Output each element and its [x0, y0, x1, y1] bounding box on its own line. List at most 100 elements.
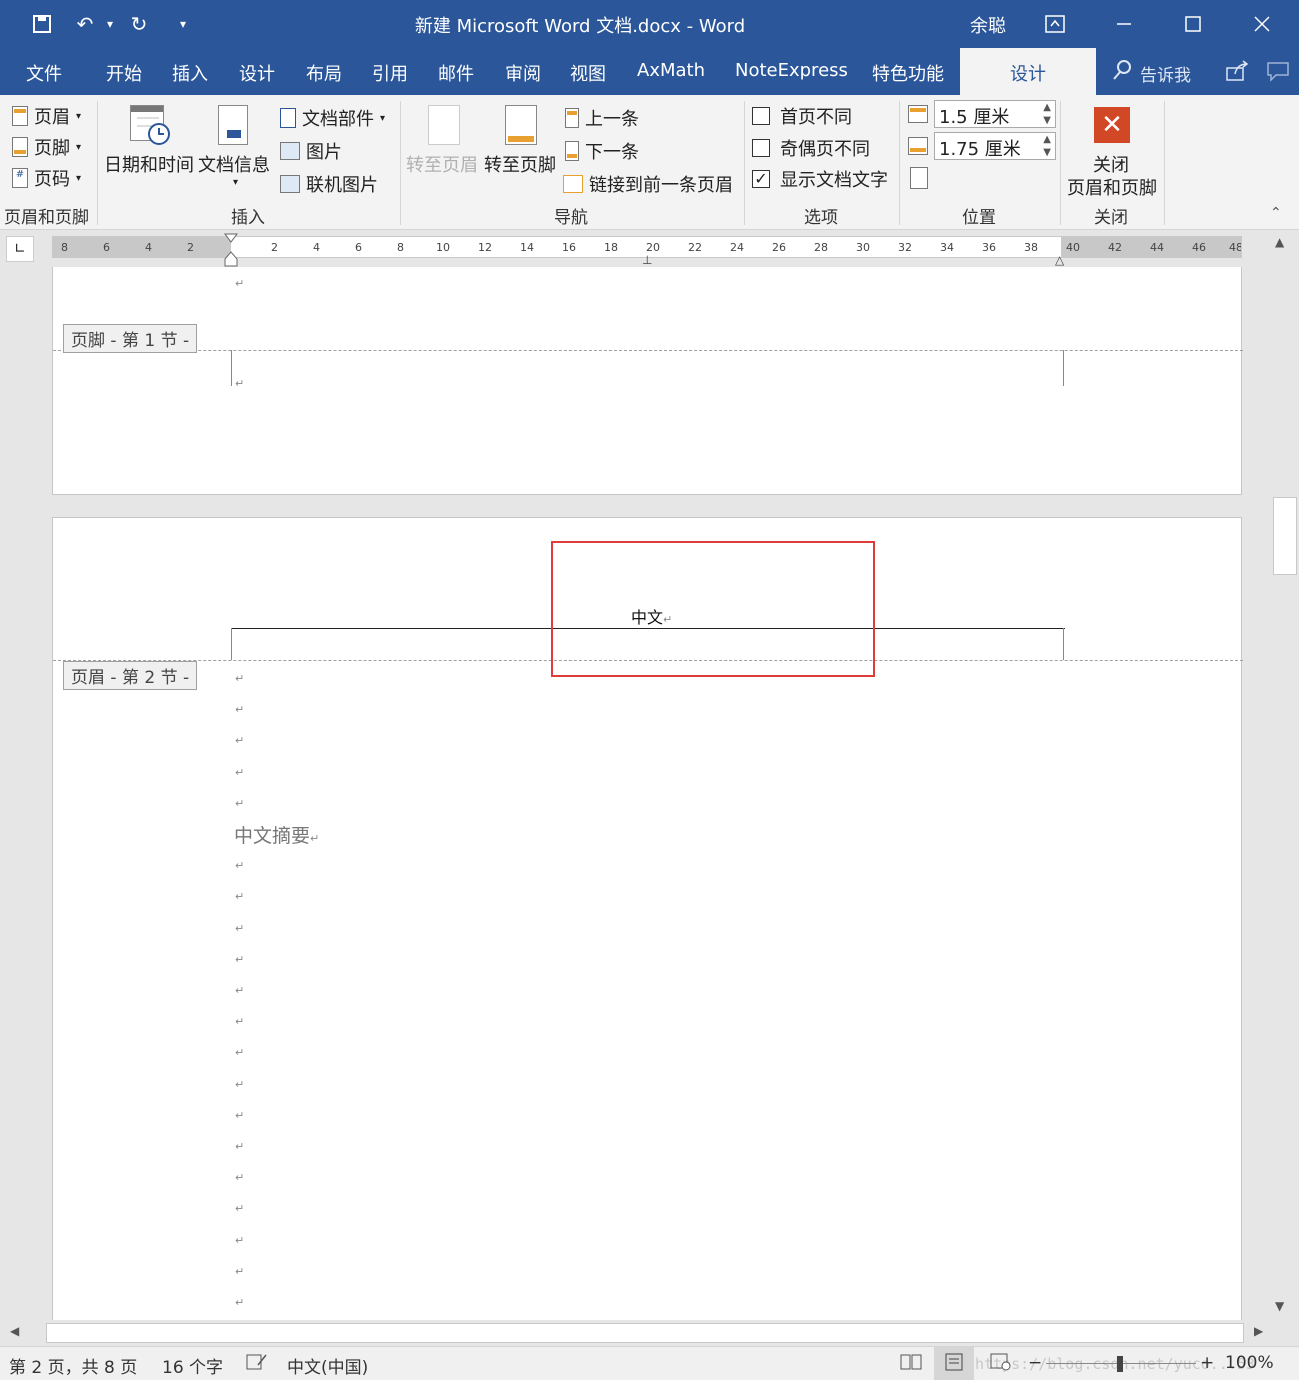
tab-noteexpress[interactable]: NoteExpress — [735, 60, 848, 81]
tab-header-footer-design[interactable]: 设计 — [960, 48, 1096, 95]
maximize-icon[interactable] — [1173, 8, 1213, 40]
group-separator — [97, 101, 98, 225]
vertical-scrollbar[interactable]: ▲ ▼ — [1272, 231, 1299, 1320]
zoom-in-icon[interactable]: + — [1200, 1353, 1214, 1373]
tab-insert[interactable]: 插入 — [172, 60, 208, 86]
tab-references[interactable]: 引用 — [372, 60, 408, 86]
ribbon-display-options-icon[interactable] — [1035, 8, 1075, 40]
search-icon[interactable] — [1112, 59, 1132, 86]
next-button[interactable]: 下一条 — [565, 138, 639, 164]
ruler-tick: 6 — [355, 241, 362, 254]
close-window-icon[interactable] — [1242, 8, 1282, 40]
footer-icon — [12, 137, 28, 157]
vertical-scroll-thumb[interactable] — [1273, 497, 1297, 575]
ruler-area: ∟ 8 6 4 2 2 4 6 8 10 12 14 16 18 20 22 2… — [0, 231, 1272, 267]
dropdown-arrow-icon: ▾ — [76, 110, 82, 122]
previous-button[interactable]: 上一条 — [565, 105, 639, 131]
ruler-tick: 2 — [187, 241, 194, 254]
scroll-down-icon[interactable]: ▼ — [1275, 1299, 1284, 1313]
paragraph-mark: ↵ — [235, 1046, 245, 1059]
show-document-text-checkbox[interactable]: ✓ 显示文档文字 — [752, 166, 888, 192]
zoom-level[interactable]: 100% — [1225, 1353, 1274, 1373]
document-info-label: 文档信息 — [198, 155, 270, 176]
page-count-status[interactable]: 第 2 页，共 8 页 — [9, 1353, 137, 1378]
page-number-button[interactable]: # 页码 ▾ — [12, 165, 81, 191]
tab-special[interactable]: 特色功能 — [872, 60, 944, 86]
title-bar: ↶ ▾ ↻ ▾ 新建 Microsoft Word 文档.docx - Word… — [0, 0, 1299, 48]
web-layout-icon[interactable] — [990, 1353, 1012, 1376]
tab-design[interactable]: 设计 — [239, 60, 275, 86]
dropdown-arrow-icon: ▾ — [76, 141, 82, 153]
horizontal-scroll-thumb[interactable] — [46, 1323, 1244, 1343]
header-button[interactable]: 页眉 ▾ — [12, 103, 81, 129]
link-icon — [563, 175, 583, 193]
zoom-slider-handle[interactable] — [1117, 1356, 1123, 1372]
footer-from-bottom-spinner[interactable]: 1.75 厘米 ▲ ▼ — [934, 132, 1056, 160]
previous-icon — [565, 108, 579, 128]
header-from-top-spinner[interactable]: 1.5 厘米 ▲ ▼ — [934, 100, 1056, 128]
goto-header-label: 转至页眉 — [406, 155, 478, 176]
insert-alignment-tab-icon[interactable] — [910, 167, 928, 189]
scroll-left-icon[interactable]: ◀ — [10, 1324, 19, 1338]
scroll-right-icon[interactable]: ▶ — [1254, 1324, 1263, 1338]
spinner-arrows-icon[interactable]: ▲ ▼ — [1043, 133, 1051, 159]
footer-button[interactable]: 页脚 ▾ — [12, 134, 81, 160]
abstract-heading[interactable]: 中文摘要↵ — [234, 821, 319, 848]
zoom-out-icon[interactable]: − — [1028, 1353, 1042, 1373]
group-label-navigation: 导航 — [554, 208, 588, 228]
horizontal-scrollbar[interactable]: ◀ ▶ — [0, 1320, 1272, 1346]
paragraph-mark: ↵ — [235, 953, 245, 966]
different-odd-even-checkbox[interactable]: 奇偶页不同 — [752, 135, 870, 161]
picture-button[interactable]: 图片 — [280, 138, 342, 164]
paragraph-mark: ↵ — [235, 922, 245, 935]
collapse-ribbon-icon[interactable]: ⌃ — [1270, 205, 1282, 221]
margin-corner-mark — [231, 350, 232, 386]
paragraph-mark: ↵ — [235, 890, 245, 903]
ruler-tick: 4 — [145, 241, 152, 254]
ruler-tick: 30 — [856, 241, 870, 254]
online-picture-button[interactable]: 联机图片 — [280, 171, 378, 197]
ruler-tick: 46 — [1192, 241, 1206, 254]
ruler-tick: 22 — [688, 241, 702, 254]
paragraph-mark: ↵ — [235, 277, 245, 290]
tab-layout[interactable]: 布局 — [306, 60, 342, 86]
different-first-page-checkbox[interactable]: 首页不同 — [752, 103, 852, 129]
ruler-tick: 38 — [1024, 241, 1038, 254]
tab-home[interactable]: 开始 — [106, 60, 142, 86]
tab-review[interactable]: 审阅 — [505, 60, 541, 86]
dropdown-arrow-icon: ▾ — [233, 177, 239, 188]
ruler-tick: 18 — [604, 241, 618, 254]
paragraph-mark: ↵ — [235, 1234, 245, 1247]
scroll-up-icon[interactable]: ▲ — [1275, 235, 1284, 249]
word-count-status[interactable]: 16 个字 — [162, 1353, 223, 1378]
share-icon[interactable] — [1225, 60, 1249, 87]
tab-mailings[interactable]: 邮件 — [438, 60, 474, 86]
ruler-tick: 6 — [103, 241, 110, 254]
tab-selector-icon[interactable]: ∟ — [6, 236, 34, 262]
document-info-icon — [218, 105, 248, 145]
language-status[interactable]: 中文(中国) — [287, 1353, 368, 1378]
right-indent-marker-icon[interactable]: △ — [1055, 253, 1064, 267]
user-name[interactable]: 余聪 — [970, 12, 1006, 38]
proofing-icon[interactable] — [246, 1353, 268, 1376]
tab-view[interactable]: 视图 — [570, 60, 606, 86]
close-label-line2: 页眉和页脚 — [1067, 178, 1157, 199]
quick-parts-button[interactable]: 文档部件 ▾ — [280, 105, 385, 131]
minimize-icon[interactable] — [1104, 8, 1144, 40]
read-mode-icon[interactable] — [900, 1353, 922, 1376]
tab-axmath[interactable]: AxMath — [637, 60, 705, 81]
ruler-tick: 44 — [1150, 241, 1164, 254]
ruler-tick: 42 — [1108, 241, 1122, 254]
tab-file[interactable]: 文件 — [26, 60, 62, 86]
indent-marker-icon[interactable] — [224, 233, 238, 267]
ruler-tick: 48 — [1229, 241, 1242, 254]
comments-icon[interactable] — [1266, 60, 1290, 87]
print-layout-icon[interactable] — [934, 1347, 974, 1380]
center-tab-stop-icon[interactable]: ⊥ — [642, 253, 652, 267]
link-to-previous-button[interactable]: 链接到前一条页眉 — [563, 171, 733, 197]
paragraph-mark: ↵ — [235, 1140, 245, 1153]
date-time-label: 日期和时间 — [104, 155, 194, 176]
tell-me-input[interactable]: 告诉我 — [1140, 61, 1191, 86]
spinner-arrows-icon[interactable]: ▲ ▼ — [1043, 101, 1051, 127]
margin-corner-mark — [1063, 628, 1064, 660]
